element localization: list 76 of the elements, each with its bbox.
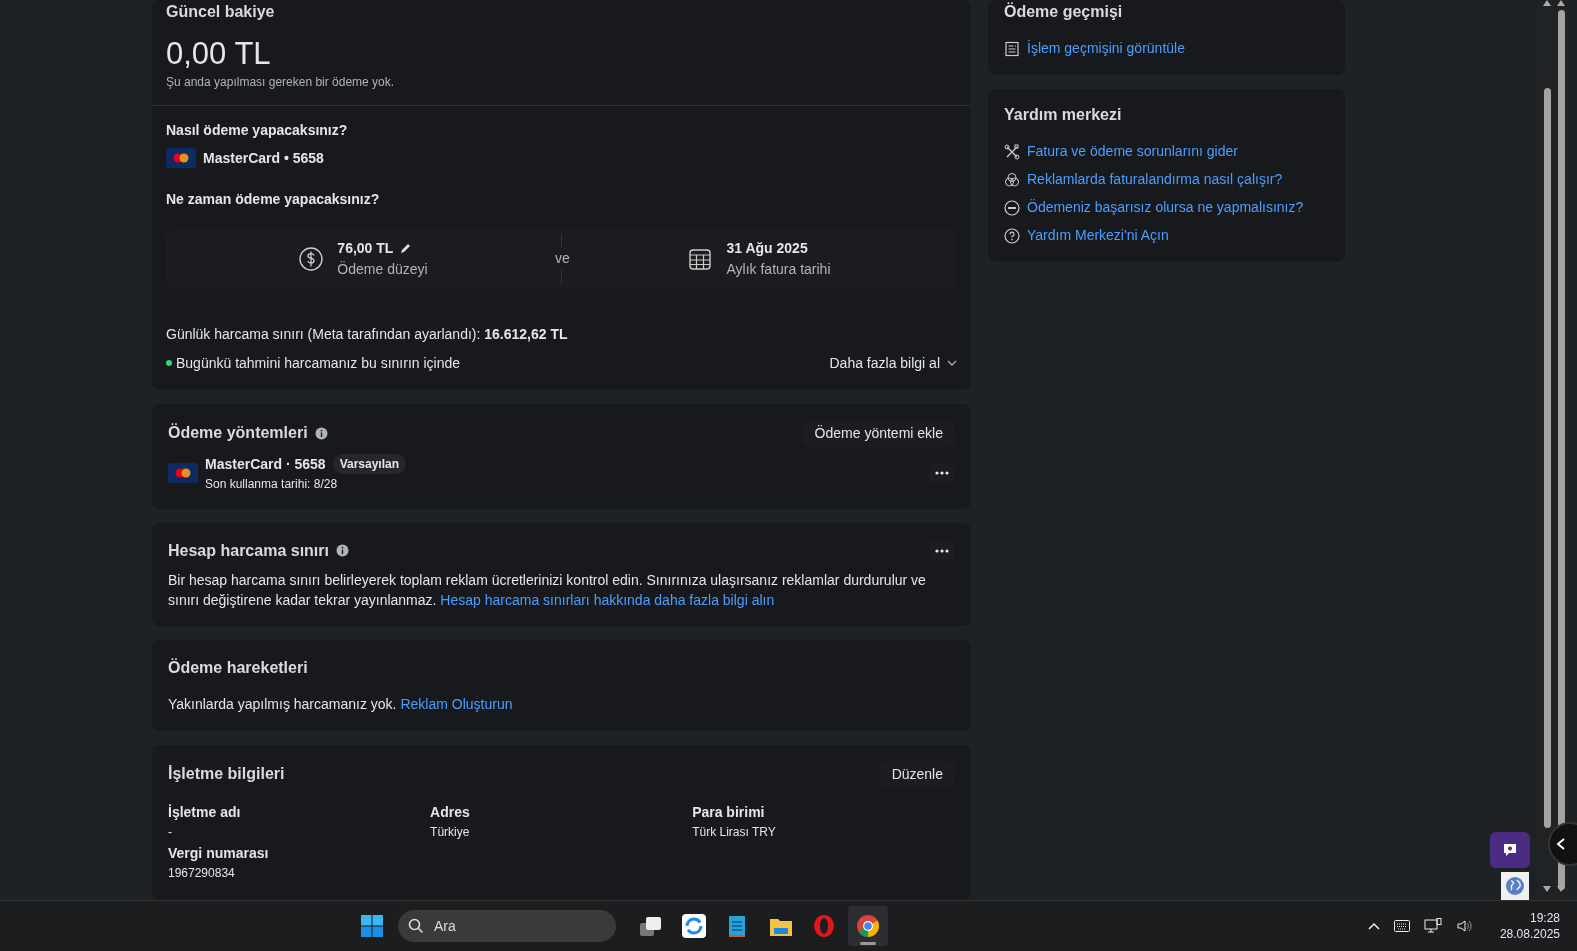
expiry-text: Son kullanma tarihi: 8/28: [205, 475, 339, 493]
globe-button[interactable]: [1501, 872, 1529, 900]
search-icon: [408, 918, 424, 934]
section-title: Ödeme yöntemleri: [168, 422, 308, 443]
taskbar-app[interactable]: [847, 906, 888, 946]
section-title: Ödeme geçmişi: [1004, 1, 1124, 22]
more-icon: [935, 548, 949, 553]
value-label: Ödeme düzeyi: [337, 259, 428, 279]
task-view-icon: [638, 914, 662, 938]
limit-text: Günlük harcama sınırı (Meta tarafından ayarlandı): 16.612,62 TL: [166, 324, 569, 344]
receipt-icon: [1004, 40, 1020, 57]
help-icon: [1004, 227, 1020, 244]
more-options-button[interactable]: [929, 463, 955, 483]
help-link[interactable]: Yardım Merkezi'ni Açın: [1027, 225, 1169, 246]
field-value: Türkiye: [430, 823, 471, 841]
info-icon: [314, 426, 328, 440]
field-value: Türk Lirası TRY: [692, 823, 777, 841]
balance-note: Şu anda yapılması gereken bir ödeme yok.: [166, 73, 396, 91]
chevron-down-icon: [947, 360, 957, 366]
pencil-icon: [400, 242, 413, 254]
info-icon: [335, 544, 349, 557]
add-payment-button[interactable]: Ödeme yöntemi ekle: [802, 419, 955, 447]
dollar-icon: [299, 246, 324, 271]
help-link[interactable]: Reklamlarda faturalandırma nasıl çalışır?: [1027, 169, 1283, 190]
section-title: Güncel bakiye: [166, 2, 276, 22]
circles-icon: [1004, 171, 1020, 188]
connector-text: ve: [555, 248, 570, 269]
card-name: MasterCard • 5658: [203, 148, 324, 168]
card-name: MasterCard · 5658: [205, 454, 326, 474]
help-link[interactable]: Fatura ve ödeme sorunlarını gider: [1027, 141, 1238, 162]
clock-date[interactable]: 28.08.2025: [1499, 926, 1560, 942]
card-logo-icon: [168, 463, 198, 483]
default-tag: Varsayılan: [332, 454, 406, 474]
section-title: Hesap harcama sınırı: [168, 540, 329, 561]
tools-icon: [1004, 143, 1020, 160]
field-label: Vergi numarası: [168, 843, 270, 863]
minus-circle-icon: [1004, 199, 1020, 216]
card-logo-icon: [166, 148, 196, 168]
section-title: Yardım merkezi: [1004, 105, 1123, 125]
balance-amount: 0,00 TL: [166, 38, 272, 69]
description-text: Yakınlarda yapılmış harcamanız yok. Reklam Oluşturun: [168, 694, 514, 714]
learn-more-link[interactable]: Hesap harcama sınırları hakkında daha fazla bilgi alın: [440, 591, 775, 608]
start-icon: [360, 914, 384, 938]
calendar-icon: [688, 246, 713, 271]
section-title: İşletme bilgileri: [168, 764, 286, 784]
network-icon: [1423, 918, 1442, 934]
search-field[interactable]: Ara: [398, 910, 616, 942]
keyboard-icon: [1393, 920, 1410, 932]
edit-button[interactable]: Düzenle: [879, 760, 955, 788]
help-link[interactable]: İşlem geçmişini görüntüle: [1027, 38, 1185, 59]
more-icon: [935, 471, 949, 475]
value-text: 31 Ağu 2025: [726, 238, 808, 258]
chat-button[interactable]: [1490, 832, 1530, 868]
value-label: Aylık fatura tarihi: [726, 259, 831, 279]
field-value: 1967290834: [168, 864, 236, 882]
status-text: Bugünkü tahmini harcamanız bu sınırın içinde: [176, 353, 462, 373]
field-label: Para birimi: [692, 802, 766, 822]
section-title: Ödeme hareketleri: [168, 657, 309, 678]
chat-bubble-icon: [1502, 842, 1518, 858]
field-label: Adres: [430, 802, 471, 822]
volume-icon: [1455, 919, 1472, 933]
value-text: 76,00 TL: [337, 238, 394, 258]
sync-app-icon: [681, 914, 706, 938]
description-text: Bir hesap harcama sınırı belirleyerek toplam reklam ücretlerinizi kontrol edin. Sınırınıza ulaşırsanız reklamlar durdurulur ve sınırı değiştirene kadar tekrar yayınlanmaz. Hesap harcama sınırları hakkında daha fazla bilgi alın: [168, 570, 927, 610]
clock-time[interactable]: 19:28: [1499, 910, 1560, 926]
field-value: -: [168, 823, 173, 841]
question-label: Nasıl ödeme yapacaksınız?: [166, 120, 349, 140]
field-label: İşletme adı: [168, 802, 242, 822]
browser-o-icon: [812, 914, 836, 938]
more-info-button[interactable]: Daha fazla bilgi al: [829, 352, 957, 374]
more-options-button[interactable]: [929, 540, 955, 561]
chevron-up-icon: [1367, 922, 1380, 930]
browser-icon: [855, 914, 880, 938]
help-link[interactable]: Ödemeniz başarısız olursa ne yapmalısınız?: [1027, 197, 1304, 218]
question-label: Ne zaman ödeme yapacaksınız?: [166, 189, 381, 209]
create-ad-link[interactable]: Reklam Oluşturun: [400, 695, 513, 712]
